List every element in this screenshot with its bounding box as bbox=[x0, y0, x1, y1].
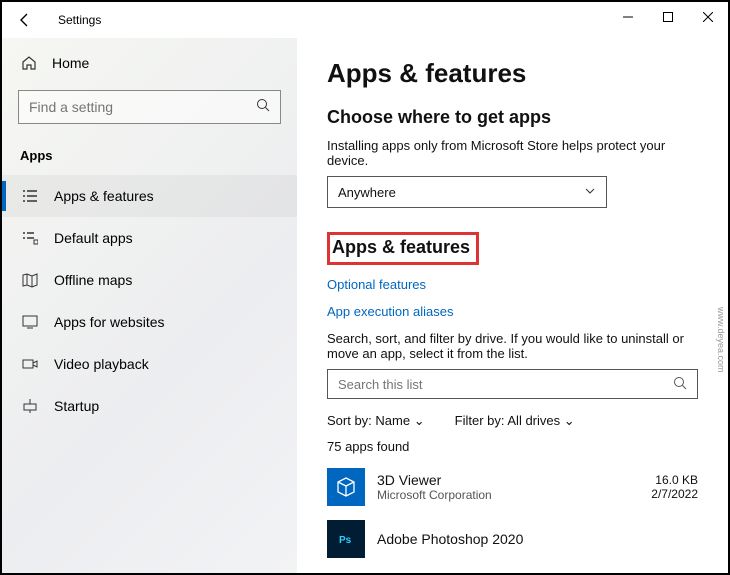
home-label: Home bbox=[52, 55, 89, 71]
search-desc: Search, sort, and filter by drive. If yo… bbox=[327, 331, 698, 361]
category-header: Apps bbox=[2, 142, 297, 175]
startup-icon bbox=[20, 396, 40, 416]
find-setting-search[interactable] bbox=[18, 90, 281, 124]
nav-label: Video playback bbox=[54, 356, 149, 372]
search-icon bbox=[673, 376, 687, 393]
app-item[interactable]: 3D Viewer Microsoft Corporation 16.0 KB … bbox=[327, 468, 698, 506]
choose-heading: Choose where to get apps bbox=[327, 107, 698, 128]
sidebar: Home Apps Apps & features Default apps O… bbox=[2, 38, 297, 573]
nav-label: Offline maps bbox=[54, 272, 132, 288]
home-nav[interactable]: Home bbox=[2, 46, 297, 80]
maximize-button[interactable] bbox=[648, 2, 688, 32]
apps-count: 75 apps found bbox=[327, 439, 698, 454]
nav-video-playback[interactable]: Video playback bbox=[2, 343, 297, 385]
window-title: Settings bbox=[58, 13, 101, 27]
nav-apps-websites[interactable]: Apps for websites bbox=[2, 301, 297, 343]
close-button[interactable] bbox=[688, 2, 728, 32]
nav-label: Apps for websites bbox=[54, 314, 165, 330]
nav-offline-maps[interactable]: Offline maps bbox=[2, 259, 297, 301]
section-heading: Apps & features bbox=[332, 237, 470, 258]
filter-by[interactable]: Filter by: All drives ⌄ bbox=[455, 413, 575, 429]
sort-by[interactable]: Sort by: Name ⌄ bbox=[327, 413, 425, 429]
nav-default-apps[interactable]: Default apps bbox=[2, 217, 297, 259]
main-panel: Apps & features Choose where to get apps… bbox=[297, 38, 728, 573]
nav-apps-features[interactable]: Apps & features bbox=[2, 175, 297, 217]
choose-desc: Installing apps only from Microsoft Stor… bbox=[327, 138, 698, 168]
chevron-down-icon bbox=[584, 185, 596, 200]
search-icon bbox=[256, 98, 270, 117]
chevron-down-icon: ⌄ bbox=[564, 413, 575, 428]
app-date: 2/7/2022 bbox=[651, 487, 698, 501]
list-icon bbox=[20, 186, 40, 206]
minimize-button[interactable] bbox=[608, 2, 648, 32]
svg-text:Ps: Ps bbox=[339, 535, 352, 546]
chevron-down-icon: ⌄ bbox=[414, 413, 425, 428]
link-optional-features[interactable]: Optional features bbox=[327, 277, 698, 292]
app-item[interactable]: Ps Adobe Photoshop 2020 bbox=[327, 520, 698, 558]
nav-label: Apps & features bbox=[54, 188, 154, 204]
apps-websites-icon bbox=[20, 312, 40, 332]
nav-label: Startup bbox=[54, 398, 99, 414]
map-icon bbox=[20, 270, 40, 290]
page-title: Apps & features bbox=[327, 58, 698, 89]
search-list-input[interactable] bbox=[338, 377, 673, 392]
app-name: 3D Viewer bbox=[377, 472, 492, 488]
home-icon bbox=[20, 54, 38, 72]
search-list-box[interactable] bbox=[327, 369, 698, 399]
nav-startup[interactable]: Startup bbox=[2, 385, 297, 427]
app-name: Adobe Photoshop 2020 bbox=[377, 531, 523, 547]
app-source-dropdown[interactable]: Anywhere bbox=[327, 176, 607, 208]
video-icon bbox=[20, 354, 40, 374]
default-apps-icon bbox=[20, 228, 40, 248]
app-publisher: Microsoft Corporation bbox=[377, 488, 492, 502]
link-app-execution-aliases[interactable]: App execution aliases bbox=[327, 304, 698, 319]
nav-label: Default apps bbox=[54, 230, 133, 246]
app-icon bbox=[327, 468, 365, 506]
back-button[interactable] bbox=[12, 7, 38, 33]
watermark: www.deyea.com bbox=[716, 307, 726, 373]
app-size: 16.0 KB bbox=[651, 473, 698, 487]
highlight-box: Apps & features bbox=[327, 232, 479, 265]
find-setting-input[interactable] bbox=[29, 99, 256, 115]
app-icon: Ps bbox=[327, 520, 365, 558]
dropdown-value: Anywhere bbox=[338, 185, 396, 200]
